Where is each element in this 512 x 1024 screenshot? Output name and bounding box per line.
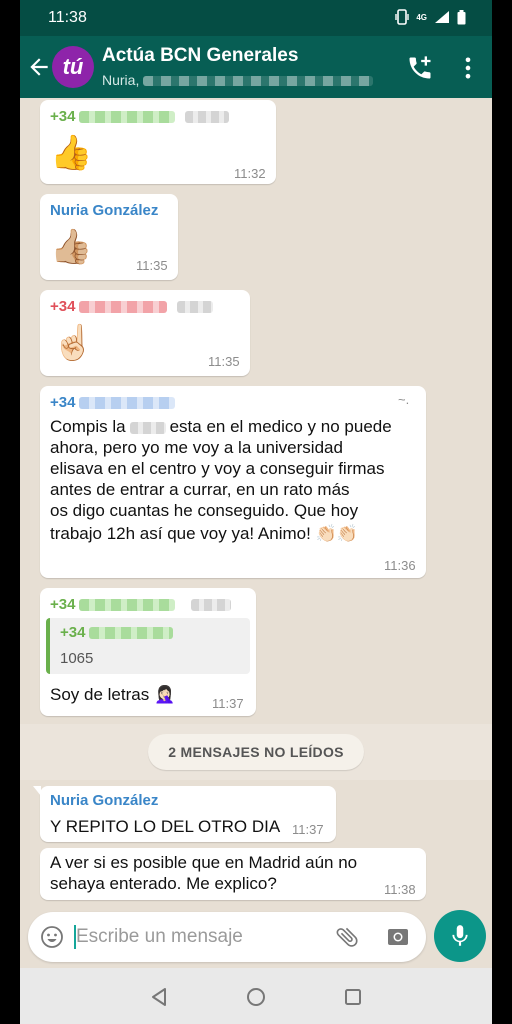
chat-area[interactable]: +34 👍 11:32 Nuria González 👍🏼 11:35 +34 … xyxy=(20,98,492,906)
message-line-start: Compis la xyxy=(50,417,126,436)
quoted-sender-label: +34 xyxy=(60,624,86,641)
redacted-phone xyxy=(79,599,176,612)
status-bar: 11:38 4G xyxy=(20,0,492,36)
unread-messages-divider: 2 MENSAJES NO LEÍDOS xyxy=(148,734,364,770)
more-vert-icon[interactable] xyxy=(454,54,482,82)
message-text: Compis la esta en el medico y no puede ah… xyxy=(50,416,420,544)
nav-home-icon[interactable] xyxy=(245,986,267,1008)
thumbs-up-emoji: 👍 xyxy=(50,134,93,172)
sender-label: +34 xyxy=(50,298,76,315)
camera-icon[interactable] xyxy=(386,925,410,949)
thumbs-up-emoji: 👍🏼 xyxy=(50,228,93,266)
paperclip-icon[interactable] xyxy=(329,919,366,956)
message-line: elisava en el centro y voy a conseguir f… xyxy=(50,459,385,478)
system-nav-bar xyxy=(20,968,492,1024)
message-composer[interactable]: Escribe un mensaje xyxy=(28,912,426,962)
message-line: sehaya enterado. Me explico? xyxy=(50,874,277,893)
message-time: 11:37 xyxy=(292,822,324,837)
add-call-icon[interactable] xyxy=(406,54,434,82)
message-sender: +34 xyxy=(50,298,214,315)
group-avatar[interactable]: tú xyxy=(52,46,94,88)
message-text: A ver si es posible que en Madrid aún no… xyxy=(50,852,357,894)
sender-label: +34 xyxy=(50,596,76,613)
message-time: 11:38 xyxy=(384,882,416,897)
message-time: 11:37 xyxy=(212,696,244,711)
redacted-members xyxy=(143,76,374,87)
mic-button[interactable] xyxy=(434,910,486,962)
message-text: Y REPITO LO DEL OTRO DIA xyxy=(50,817,281,836)
message-line-end: esta en el medico y no puede xyxy=(169,417,392,436)
message-sender: +34 xyxy=(50,108,230,125)
status-time: 11:38 xyxy=(48,9,87,26)
sender-label: +34 xyxy=(50,394,76,411)
sender-suffix: ~. xyxy=(398,392,410,407)
message-line: trabajo 12h así que voy ya! Animo! 👏🏻👏🏻 xyxy=(50,524,358,543)
redacted-name xyxy=(191,599,232,612)
message-sender: Nuria González xyxy=(50,202,159,219)
pointing-up-emoji: ☝🏻 xyxy=(52,324,95,362)
redacted-phone xyxy=(79,301,168,314)
message-sender: +34 xyxy=(50,596,232,613)
nav-back-icon[interactable] xyxy=(148,986,170,1008)
message-bubble[interactable]: A ver si es posible que en Madrid aún no… xyxy=(40,848,426,900)
vibrate-icon xyxy=(395,9,410,25)
message-input[interactable]: Escribe un mensaje xyxy=(76,926,243,948)
battery-icon xyxy=(457,9,466,24)
message-bubble[interactable]: +34 👍 11:32 xyxy=(40,100,276,184)
phone-screen: 11:38 4G tú Actúa BCN Generales Nuria, +… xyxy=(20,0,492,1024)
message-bubble[interactable]: +34 ~. Compis la esta en el medico y no p… xyxy=(40,386,426,578)
redacted-name xyxy=(129,421,166,434)
message-sender: Nuria González xyxy=(50,792,159,809)
signal-icon xyxy=(435,11,449,23)
message-line: ahora, pero yo me voy a la universidad xyxy=(50,438,343,457)
message-line: Compis la esta en el medico y no puede xyxy=(50,416,420,437)
message-text: Soy de letras 🤦🏻‍♀️ xyxy=(50,685,176,704)
arrow-left-icon[interactable] xyxy=(26,54,52,80)
quoted-sender: +34 xyxy=(60,624,174,641)
message-sender: +34 xyxy=(50,394,176,411)
message-time: 11:36 xyxy=(384,558,416,573)
redacted-name xyxy=(177,301,214,314)
redacted-phone xyxy=(79,111,176,124)
message-time: 11:35 xyxy=(136,258,168,273)
message-line: A ver si es posible que en Madrid aún no xyxy=(50,853,358,872)
message-bubble[interactable]: Nuria González Y REPITO LO DEL OTRO DIA … xyxy=(33,786,336,842)
message-bubble[interactable]: +34 +34 1065 Soy de letras 🤦🏻‍♀️ 11:37 xyxy=(40,588,256,716)
redacted-phone xyxy=(89,627,174,640)
chat-header: tú Actúa BCN Generales Nuria, xyxy=(20,36,492,98)
message-time: 11:32 xyxy=(234,166,266,181)
quoted-message[interactable]: +34 1065 xyxy=(46,618,250,674)
message-line: os digo cuantas he conseguido. Que hoy xyxy=(50,501,359,520)
message-bubble[interactable]: Nuria González 👍🏼 11:35 xyxy=(40,194,178,280)
redacted-phone xyxy=(79,397,176,410)
emoji-icon[interactable] xyxy=(40,925,64,949)
network-label: 4G xyxy=(416,12,427,22)
chat-members[interactable]: Nuria, xyxy=(102,72,374,88)
quoted-text: 1065 xyxy=(60,650,94,667)
chat-title[interactable]: Actúa BCN Generales xyxy=(102,45,298,67)
redacted-name xyxy=(185,111,230,124)
nav-recents-icon[interactable] xyxy=(342,986,364,1008)
status-icons: 4G xyxy=(395,9,466,25)
chat-members-text: Nuria, xyxy=(102,72,140,88)
message-time: 11:35 xyxy=(208,354,240,369)
message-bubble[interactable]: +34 ☝🏻 11:35 xyxy=(40,290,250,376)
message-line: antes de entrar a currar, en un rato más xyxy=(50,480,350,499)
sender-label: +34 xyxy=(50,108,76,125)
mic-icon xyxy=(452,925,468,946)
